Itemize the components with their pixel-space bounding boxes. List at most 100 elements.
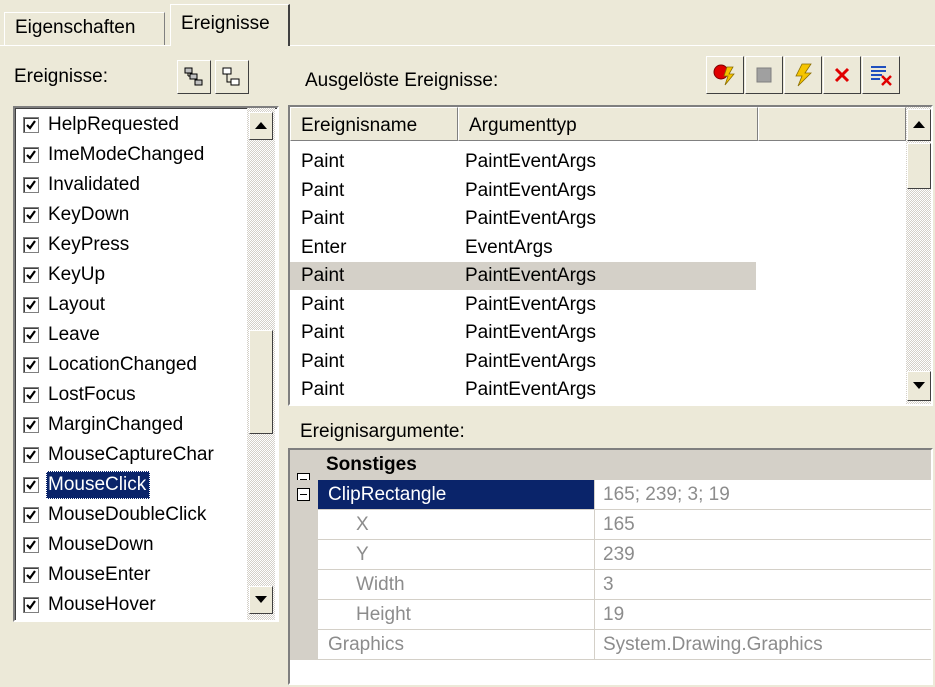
event-row[interactable]: Paint PaintEventArgs	[290, 177, 756, 205]
property-row[interactable]: Graphics System.Drawing.Graphics	[290, 630, 931, 660]
checkbox[interactable]	[23, 327, 39, 343]
checkbox[interactable]	[23, 297, 39, 313]
checklist-item[interactable]: KeyPress	[17, 230, 245, 260]
record-button[interactable]	[706, 56, 744, 94]
event-name-cell: Enter	[301, 236, 347, 258]
checklist-item-label: Leave	[48, 324, 100, 345]
property-row[interactable]: Y 239	[290, 540, 931, 570]
checklist-item[interactable]: LocationChanged	[17, 350, 245, 380]
checklist-item[interactable]: MouseDown	[17, 530, 245, 560]
property-value[interactable]: 3	[595, 570, 931, 599]
event-row[interactable]: Paint PaintEventArgs	[290, 148, 756, 176]
checkbox[interactable]	[23, 117, 39, 133]
checkbox[interactable]	[23, 177, 39, 193]
checkbox[interactable]	[23, 567, 39, 583]
property-value[interactable]: 239	[595, 540, 931, 569]
property-value[interactable]: 165	[595, 510, 931, 539]
triangle-down-icon	[255, 596, 267, 603]
property-name: Y	[318, 540, 595, 569]
checkbox[interactable]	[23, 267, 39, 283]
checkbox[interactable]	[23, 147, 39, 163]
event-arguments-label: Ereignisargumente:	[300, 421, 465, 442]
events-checklist[interactable]: HelpRequested ImeModeChanged Invalidated Ke…	[13, 106, 279, 622]
checklist-item[interactable]: Leave	[17, 320, 245, 350]
checklist-item[interactable]: MarginChanged	[17, 410, 245, 440]
checklist-item[interactable]: LostFocus	[17, 380, 245, 410]
checkmark-icon	[26, 270, 36, 280]
column-header-argument-type[interactable]: Argumenttyp	[458, 107, 758, 141]
event-row[interactable]: Paint PaintEventArgs	[290, 319, 756, 347]
checkmark-icon	[26, 240, 36, 250]
checklist-item[interactable]: Layout	[17, 290, 245, 320]
checkbox[interactable]	[23, 237, 39, 253]
scroll-thumb[interactable]	[907, 143, 931, 189]
property-row[interactable]: X 165	[290, 510, 931, 540]
checklist-item[interactable]: MouseCaptureChar	[17, 440, 245, 470]
checkbox[interactable]	[23, 537, 39, 553]
checkmark-icon	[26, 330, 36, 340]
triggered-events-scrollbar[interactable]	[906, 107, 931, 404]
checklist-item[interactable]: KeyUp	[17, 260, 245, 290]
property-value[interactable]: System.Drawing.Graphics	[595, 630, 931, 659]
property-name: Graphics	[318, 630, 595, 659]
scroll-down-button[interactable]	[907, 371, 931, 401]
property-row[interactable]: Width 3	[290, 570, 931, 600]
delete-icon	[834, 67, 850, 83]
property-value[interactable]: 19	[595, 600, 931, 629]
checklist-item[interactable]: MouseDoubleClick	[17, 500, 245, 530]
event-name-cell: Paint	[301, 293, 345, 315]
checklist-item[interactable]: ImeModeChanged	[17, 140, 245, 170]
checklist-item[interactable]: Invalidated	[17, 170, 245, 200]
category-label: Sonstiges	[326, 453, 417, 475]
event-name-cell: Paint	[301, 322, 345, 343]
column-header-event-name[interactable]: Ereignisname	[290, 107, 458, 141]
checkbox[interactable]	[23, 357, 39, 373]
checkbox[interactable]	[23, 447, 39, 463]
event-row[interactable]: Paint PaintEventArgs	[290, 348, 756, 376]
checkbox[interactable]	[23, 507, 39, 523]
scroll-up-button[interactable]	[907, 109, 931, 141]
clear-list-button[interactable]	[862, 56, 900, 94]
checklist-item[interactable]: KeyDown	[17, 200, 245, 230]
triggered-events-list[interactable]: Ereignisname Argumenttyp Paint PaintEvent…	[288, 105, 933, 406]
scroll-down-button[interactable]	[249, 586, 273, 614]
scroll-up-button[interactable]	[249, 112, 273, 140]
checklist-item-label: LostFocus	[48, 384, 136, 405]
events-toolbar	[706, 56, 901, 98]
property-row[interactable]: ClipRectangle 165; 239; 3; 19	[290, 480, 931, 510]
checklist-item[interactable]: MouseEnter	[17, 560, 245, 590]
checkbox[interactable]	[23, 207, 39, 223]
checkbox[interactable]	[23, 417, 39, 433]
collapse-icon[interactable]	[297, 488, 310, 501]
checklist-item-label: Layout	[48, 294, 106, 315]
tab-eigenschaften[interactable]: Eigenschaften	[4, 12, 165, 45]
event-row[interactable]: Paint PaintEventArgs	[290, 291, 756, 319]
triangle-down-icon	[913, 382, 925, 389]
alphabetical-button[interactable]	[215, 60, 249, 94]
event-row[interactable]: Paint PaintEventArgs	[290, 376, 756, 404]
stop-button[interactable]	[745, 56, 783, 94]
event-row[interactable]: Paint PaintEventArgs	[290, 262, 756, 290]
tab-ereignisse[interactable]: Ereignisse	[170, 4, 290, 46]
delete-button[interactable]	[823, 56, 861, 94]
checklist-item[interactable]: MouseClick	[17, 470, 245, 500]
checkbox[interactable]	[23, 477, 39, 493]
checklist-item[interactable]: HelpRequested	[17, 110, 245, 140]
trigger-button[interactable]	[784, 56, 822, 94]
category-row[interactable]: Sonstiges	[290, 450, 931, 486]
categorized-button[interactable]	[177, 60, 211, 94]
event-row[interactable]: Paint PaintEventArgs	[290, 205, 756, 233]
property-row[interactable]: Height 19	[290, 600, 931, 630]
checklist-item-label: MouseDoubleClick	[48, 504, 207, 525]
events-list-scrollbar[interactable]	[247, 108, 275, 620]
event-row[interactable]: Enter EventArgs	[290, 234, 756, 262]
checklist-item[interactable]: MouseHover	[17, 590, 245, 620]
property-value[interactable]: 165; 239; 3; 19	[595, 480, 931, 509]
checkmark-icon	[26, 360, 36, 370]
checkbox[interactable]	[23, 387, 39, 403]
checkmark-icon	[26, 180, 36, 190]
scroll-thumb[interactable]	[249, 330, 273, 434]
checkmark-icon	[26, 450, 36, 460]
checkbox[interactable]	[23, 597, 39, 613]
event-arguments-grid[interactable]: Sonstiges ClipRectangle 165; 239; 3; 19 …	[288, 448, 933, 685]
